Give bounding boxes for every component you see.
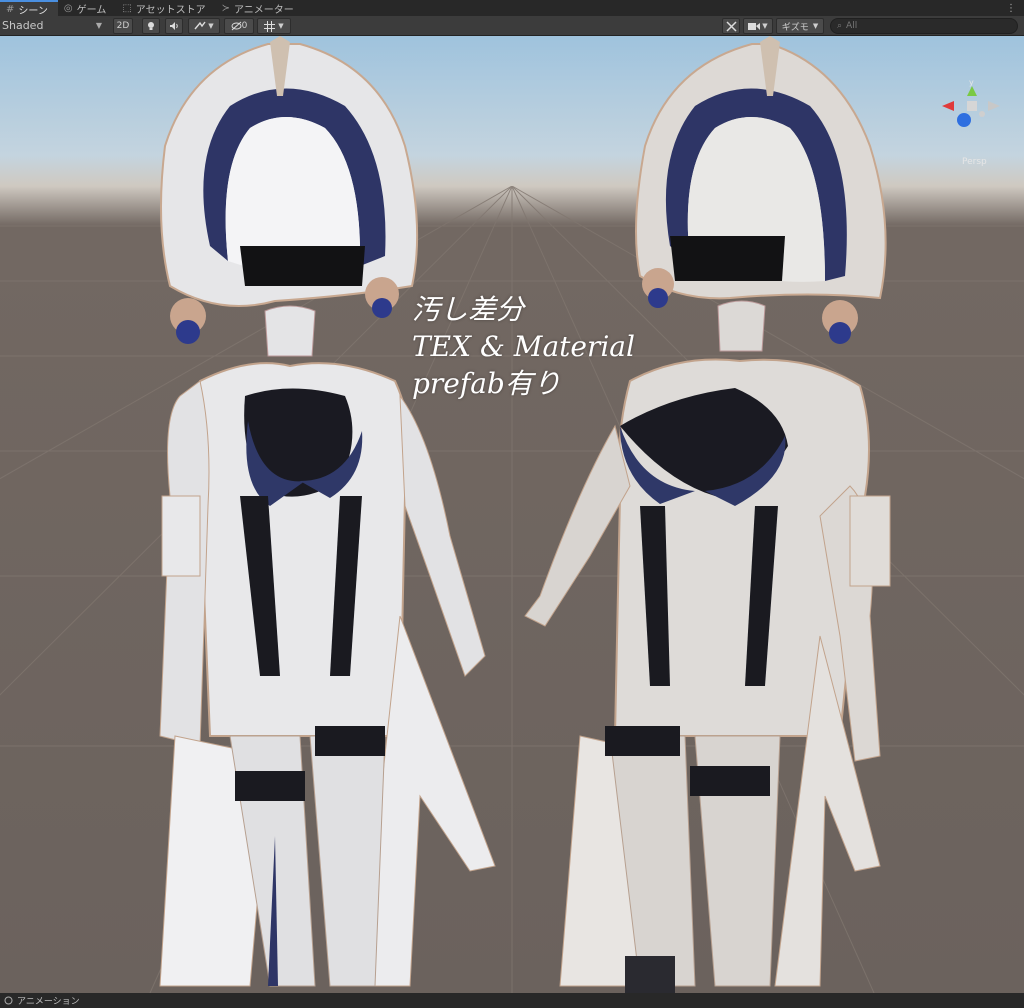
draw-mode-dropdown[interactable]: Shaded ▼ (0, 17, 106, 34)
hidden-count: 0 (241, 21, 248, 31)
game-controller-icon: ◎ (63, 2, 73, 14)
search-placeholder: All (846, 21, 858, 31)
grid-dropdown[interactable]: ▼ (257, 18, 291, 34)
eye-slash-icon (231, 21, 242, 31)
speaker-icon (170, 22, 178, 30)
scene-viewport[interactable]: 汚し差分 TEX & Material prefab有り y Persp (0, 36, 1024, 993)
tab-scene-label: シーン (18, 5, 48, 17)
tab-animator-label: アニメーター (233, 4, 294, 16)
editor-tab-bar: # シーン ◎ ゲーム ⬚ アセットストア ≻ アニメーター ⋮ (0, 0, 1024, 17)
lighting-toggle[interactable] (142, 18, 160, 34)
animation-icon (4, 996, 13, 1005)
gizmos-label: ギズモ (781, 22, 809, 33)
caption-line-1: 汚し差分 (412, 293, 525, 326)
z-axis-cone-icon (957, 113, 971, 127)
animator-icon: ≻ (221, 2, 230, 14)
projection-label[interactable]: Persp (962, 157, 987, 167)
hidden-objects-toggle[interactable]: 0 (224, 18, 254, 34)
camera-dropdown[interactable]: ▼ (743, 18, 773, 34)
chevron-down-icon: ▼ (278, 22, 284, 30)
tab-game[interactable]: ◎ ゲーム (58, 0, 116, 16)
tab-game-label: ゲーム (76, 4, 107, 16)
camera-icon (748, 22, 761, 30)
neg-x-axis-cone-icon (988, 101, 1000, 111)
audio-toggle[interactable] (165, 18, 183, 34)
scene-grid-icon: # (6, 3, 15, 15)
x-axis-cone-icon (942, 101, 954, 111)
caption-line-2: TEX & Material (412, 330, 635, 363)
tab-asset-store[interactable]: ⬚ アセットストア (116, 0, 215, 16)
scene-search-input[interactable]: ⌕ All (830, 18, 1018, 34)
tab-scene[interactable]: # シーン (0, 0, 58, 17)
tab-animator[interactable]: ≻ アニメーター (216, 0, 304, 16)
tab-asset-store-label: アセットストア (135, 4, 206, 16)
outfit-model-dirty-variant[interactable] (520, 36, 920, 993)
bottom-panel-tab[interactable]: アニメーション (0, 993, 1024, 1008)
lightbulb-icon (148, 22, 154, 30)
caption-line-3: prefab有り (412, 367, 561, 400)
draw-mode-label: Shaded (2, 19, 44, 32)
chevron-down-icon: ▼ (95, 21, 102, 30)
chevron-down-icon: ▼ (812, 22, 819, 30)
tab-menu-icon[interactable]: ⋮ (998, 0, 1024, 16)
outfit-model-front[interactable] (100, 36, 500, 993)
y-axis-cone-icon (967, 86, 977, 96)
scene-toolbar: Shaded ▼ 2D ▼ 0 ▼ ▼ ギズモ ▼ ⌕ All (0, 16, 1024, 36)
toggle-2d-button[interactable]: 2D (113, 18, 133, 34)
chevron-down-icon: ▼ (762, 22, 768, 30)
tools-button[interactable] (722, 18, 740, 34)
effects-dropdown[interactable]: ▼ (188, 18, 220, 34)
chevron-down-icon: ▼ (208, 22, 214, 30)
orientation-gizmo[interactable]: y (940, 76, 1004, 136)
bottom-tab-label: アニメーション (17, 997, 80, 1007)
grid-icon (264, 20, 276, 32)
crossed-tools-icon (725, 20, 737, 32)
gizmos-dropdown[interactable]: ギズモ ▼ (776, 18, 824, 34)
neg-y-axis-icon (979, 111, 985, 117)
search-icon: ⌕ (837, 21, 843, 31)
axis-y-label: y (969, 78, 974, 87)
shopping-bag-icon: ⬚ (122, 2, 132, 14)
gizmo-center-cube (967, 101, 977, 111)
overlay-caption: 汚し差分 TEX & Material prefab有り (412, 291, 635, 402)
effects-icon (194, 21, 206, 30)
